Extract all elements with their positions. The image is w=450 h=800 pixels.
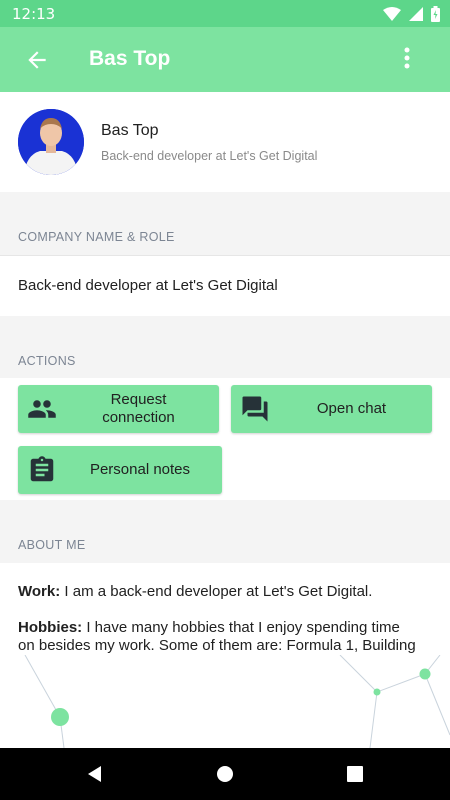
about-section-title: ABOUT ME: [18, 538, 86, 552]
nav-back-icon: [88, 766, 101, 782]
system-nav-bar: [0, 748, 450, 800]
arrow-back-icon: [28, 51, 46, 69]
battery-icon: [431, 5, 440, 22]
company-section-title: COMPANY NAME & ROLE: [18, 230, 175, 244]
nav-recents-icon: [347, 766, 363, 782]
clipboard-icon: [30, 456, 54, 482]
profile-card: Bas Top Back-end developer at Let's Get …: [0, 92, 450, 192]
status-time: 12:13: [12, 4, 56, 23]
request-connection-label-line1: Request: [110, 391, 167, 408]
company-section-header: COMPANY NAME & ROLE: [0, 192, 450, 255]
hobbies-label: Hobbies:: [18, 619, 83, 636]
request-connection-label: Request connection: [58, 391, 219, 427]
more-vert-icon: [404, 47, 410, 69]
open-chat-button[interactable]: Open chat: [231, 385, 432, 433]
company-card: Back-end developer at Let's Get Digital: [0, 255, 450, 316]
cellular-signal-icon: [409, 6, 423, 21]
hobbies-text-1: I have many hobbies that I enjoy spendin…: [82, 619, 400, 636]
about-section-header: ABOUT ME: [0, 500, 450, 563]
page-title: Bas Top: [89, 47, 171, 70]
status-icons: [383, 5, 440, 22]
chat-icon: [242, 396, 268, 422]
personal-notes-button[interactable]: Personal notes: [18, 446, 222, 494]
work-text: I am a back-end developer at Let's Get D…: [60, 583, 373, 600]
open-chat-label: Open chat: [316, 400, 387, 417]
back-button[interactable]: [24, 47, 50, 73]
network-decoration: [24, 654, 450, 749]
nav-home-button[interactable]: [215, 764, 235, 784]
company-role-text: Back-end developer at Let's Get Digital: [18, 277, 278, 294]
about-work-line: Work: I am a back-end developer at Let's…: [18, 583, 372, 601]
request-connection-button[interactable]: Request connection: [18, 385, 219, 433]
work-label: Work:: [18, 583, 61, 600]
people-icon: [28, 400, 56, 418]
status-bar: 12:13: [0, 0, 450, 27]
actions-section-title: ACTIONS: [18, 354, 76, 368]
request-connection-label-line2: connection: [102, 409, 175, 426]
hobbies-text-2: on besides my work. Some of them are: Fo…: [18, 637, 416, 654]
app-bar: Bas Top: [0, 27, 450, 92]
about-card: Work: I am a back-end developer at Let's…: [0, 563, 450, 655]
more-options-button[interactable]: [396, 47, 418, 73]
avatar[interactable]: [18, 109, 84, 175]
actions-section-header: ACTIONS: [0, 316, 450, 379]
wifi-icon: [383, 6, 401, 21]
about-hobbies-line-2: on besides my work. Some of them are: Fo…: [18, 637, 416, 655]
profile-name: Bas Top: [101, 122, 159, 139]
about-hobbies-line: Hobbies: I have many hobbies that I enjo…: [18, 619, 400, 637]
nav-back-button[interactable]: [85, 764, 105, 784]
actions-card: Request connection Open chat Personal no…: [0, 378, 450, 500]
nav-recents-button[interactable]: [345, 764, 365, 784]
nav-home-icon: [217, 766, 233, 782]
personal-notes-label: Personal notes: [89, 461, 191, 478]
network-background: [0, 654, 450, 749]
avatar-photo: [18, 109, 84, 175]
profile-role: Back-end developer at Let's Get Digital: [101, 149, 318, 163]
